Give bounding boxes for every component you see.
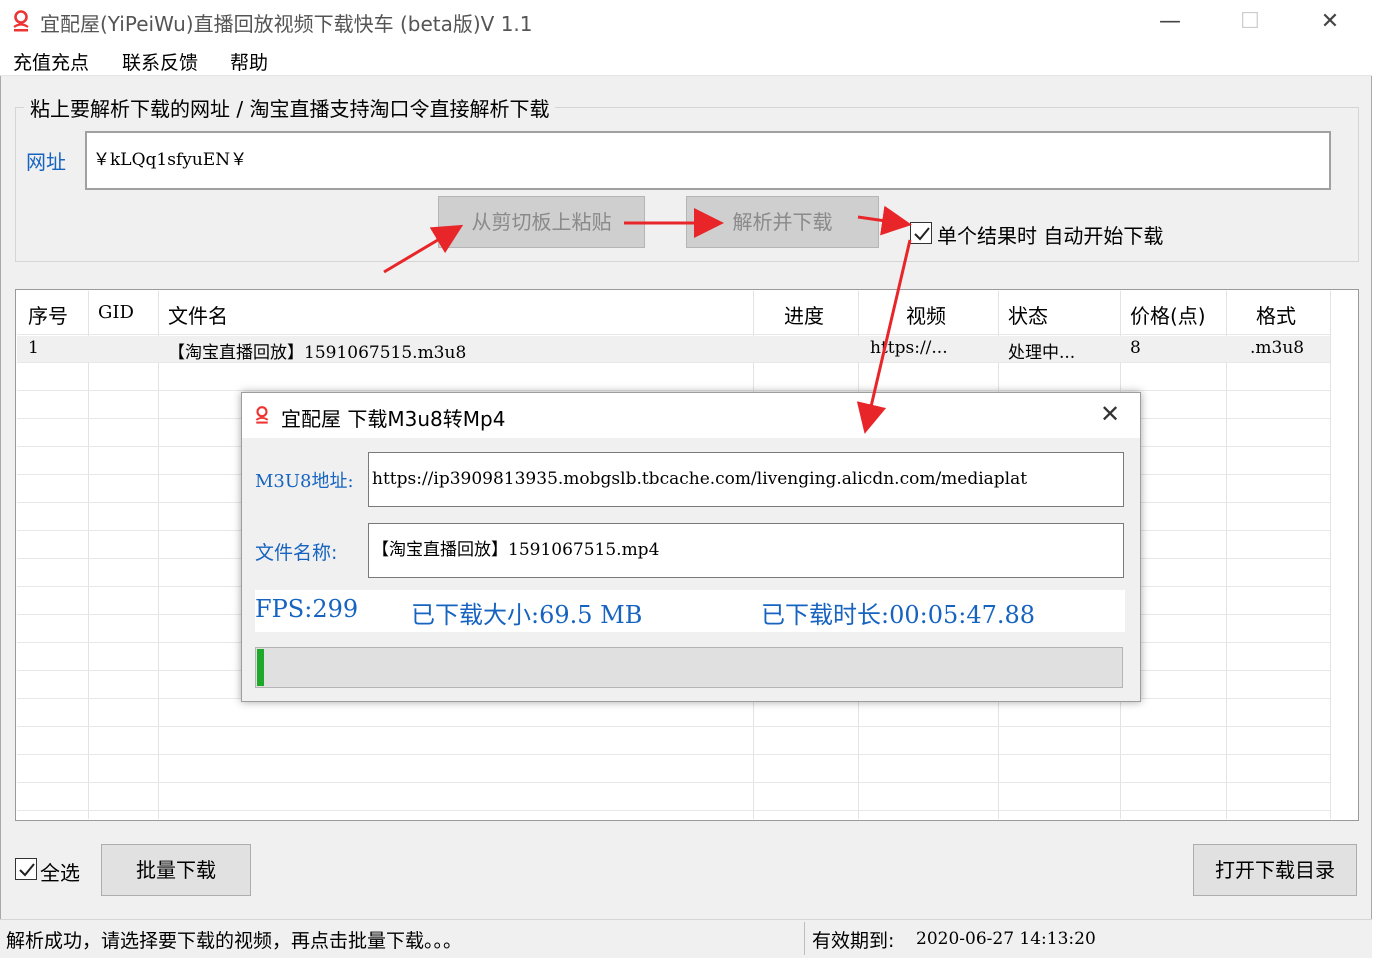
select-all-label[interactable]: 全选 [40,857,80,886]
expiry-value: 2020-06-27 14:13:20 [916,929,1096,949]
downloaded-time-readout: 已下载时长:00:05:47.88 [761,601,1036,629]
checkmark-icon [914,227,930,241]
column-header-format[interactable]: 格式 [1256,300,1296,329]
column-header-gid[interactable]: GID [98,302,134,323]
dialog-close-button[interactable]: ✕ [1092,400,1128,432]
status-divider [804,922,805,955]
column-divider [1226,291,1227,819]
download-progress-fill [257,649,264,686]
cell-video: https://... [870,338,948,358]
download-progress-bar [255,647,1123,688]
window-title: 宜配屋(YiPeiWu)直播回放视频下载快车 (beta版)V 1.1 [40,12,533,36]
url-input[interactable]: ￥kLQq1sfyuEN￥ [85,131,1331,190]
minimize-button[interactable]: — [1130,0,1210,44]
paste-from-clipboard-button[interactable]: 从剪切板上粘贴 [438,196,645,248]
dialog-title: 宜配屋 下载M3u8转Mp4 [281,407,506,431]
column-header-video[interactable]: 视频 [906,300,946,329]
column-header-filename[interactable]: 文件名 [168,300,228,329]
row-divider [17,334,1330,335]
row-divider [17,754,1330,755]
cell-filename: 【淘宝直播回放】1591067515.m3u8 [168,343,467,363]
filename-label: 文件名称: [255,542,338,564]
open-download-folder-button[interactable]: 打开下载目录 [1193,844,1357,896]
menu-bar [0,44,1372,76]
row-divider [17,782,1330,783]
row-divider [17,726,1330,727]
column-header-status[interactable]: 状态 [1008,300,1048,329]
cell-index: 1 [28,338,39,358]
auto-download-label[interactable]: 单个结果时 自动开始下载 [937,220,1163,249]
column-divider [1330,291,1331,819]
app-logo-icon [253,404,271,426]
column-header-index[interactable]: 序号 [28,300,68,329]
app-logo-icon [10,8,32,34]
cell-price: 8 [1130,338,1141,358]
column-divider [88,291,89,819]
row-divider [17,390,1330,391]
checkmark-icon [19,863,35,877]
maximize-button[interactable]: ☐ [1210,0,1290,44]
column-header-progress[interactable]: 进度 [784,300,824,329]
row-divider [17,810,1330,811]
parse-and-download-button[interactable]: 解析并下载 [686,196,879,248]
column-divider [158,291,159,819]
cell-format: .m3u8 [1250,338,1305,358]
fps-readout: FPS:299 [255,595,359,623]
column-header-price[interactable]: 价格(点) [1130,300,1206,329]
filename-field[interactable]: 【淘宝直播回放】1591067515.mp4 [368,523,1124,578]
auto-download-checkbox[interactable] [910,222,932,244]
menu-recharge[interactable]: 充值充点 [13,48,89,75]
expiry-label: 有效期到: [812,930,895,952]
m3u8-url-label: M3U8地址: [255,471,354,492]
menu-feedback[interactable]: 联系反馈 [122,48,198,75]
status-message: 解析成功，请选择要下载的视频，再点击批量下载。。。 [6,930,463,952]
url-label: 网址 [26,150,66,174]
batch-download-button[interactable]: 批量下载 [101,844,251,896]
downloaded-size-readout: 已下载大小:69.5 MB [411,601,643,629]
url-group-title: 粘上要解析下载的网址 / 淘宝直播支持淘口令直接解析下载 [24,93,556,122]
menu-help[interactable]: 帮助 [230,48,268,75]
m3u8-url-field[interactable]: https://ip3909813935.mobgslb.tbcache.com… [368,452,1124,507]
select-all-checkbox[interactable] [15,858,37,880]
close-button[interactable]: ✕ [1290,0,1370,44]
cell-status: 处理中... [1008,343,1076,363]
